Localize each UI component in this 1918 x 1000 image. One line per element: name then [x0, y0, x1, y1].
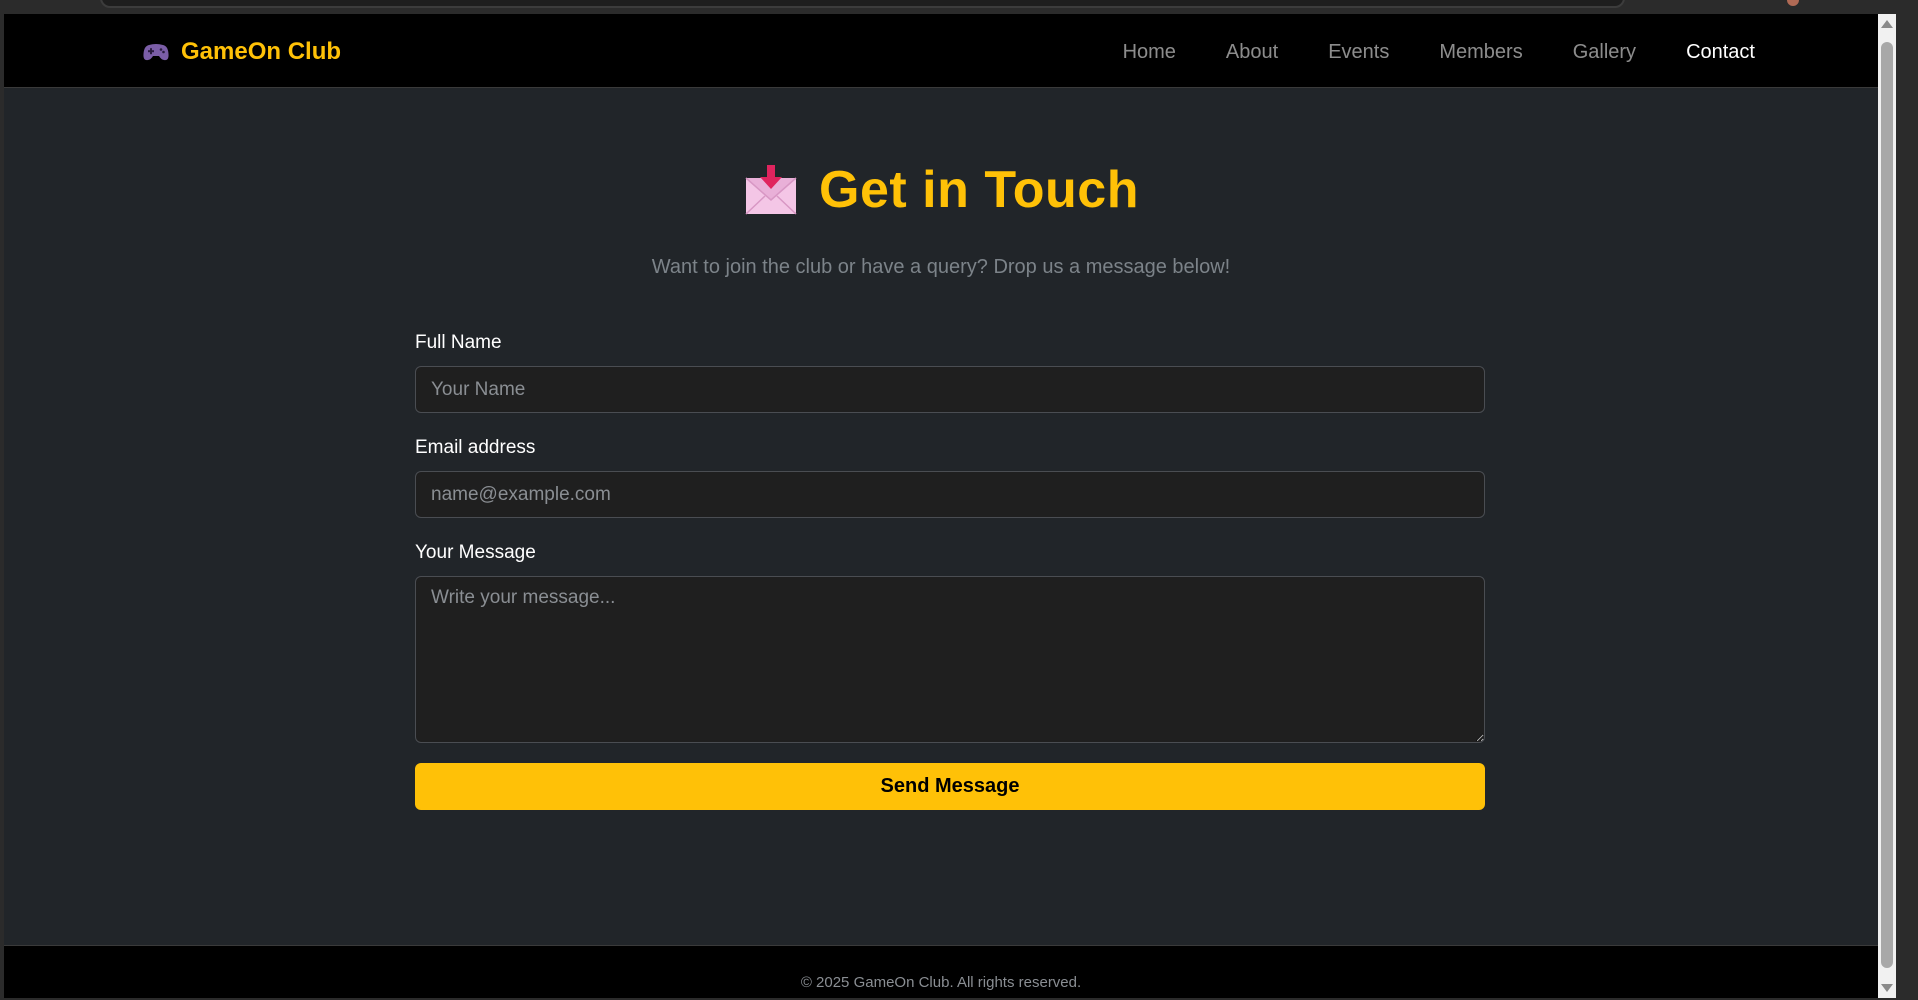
email-label: Email address — [415, 437, 536, 458]
nav-link-events[interactable]: Events — [1303, 41, 1414, 64]
nav-link-about[interactable]: About — [1201, 41, 1303, 64]
contact-form: Full Name Email address Your Message Sen… — [415, 330, 1485, 810]
scroll-down-arrow-icon[interactable] — [1881, 984, 1893, 992]
nav-link-members[interactable]: Members — [1414, 41, 1547, 64]
envelope-with-arrow-icon — [745, 165, 797, 215]
navbar: GameOn Club Home About Events Members Ga… — [4, 14, 1896, 88]
page-viewport: GameOn Club Home About Events Members Ga… — [4, 14, 1896, 998]
browser-chrome — [0, 0, 1918, 14]
scroll-up-arrow-icon[interactable] — [1881, 20, 1893, 28]
name-label: Full Name — [415, 332, 502, 353]
vertical-scrollbar[interactable] — [1878, 14, 1896, 998]
nav-link-contact[interactable]: Contact — [1661, 41, 1755, 64]
nav-link-gallery[interactable]: Gallery — [1548, 41, 1661, 64]
footer-copyright: © 2025 GameOn Club. All rights reserved. — [800, 974, 1082, 991]
profile-avatar[interactable] — [1787, 0, 1799, 6]
send-message-button[interactable]: Send Message — [415, 763, 1485, 810]
scrollbar-thumb[interactable] — [1881, 42, 1893, 968]
message-group: Your Message — [415, 540, 1485, 743]
nav-links: Home About Events Members Gallery Contac… — [1098, 36, 1755, 68]
name-input[interactable] — [415, 366, 1485, 413]
message-label: Your Message — [415, 542, 536, 563]
message-textarea[interactable] — [415, 576, 1485, 743]
address-bar[interactable] — [100, 0, 1625, 8]
nav-link-home[interactable]: Home — [1098, 41, 1201, 64]
page-title: Get in Touch — [819, 161, 1139, 219]
name-group: Full Name — [415, 330, 1485, 413]
email-input[interactable] — [415, 471, 1485, 518]
page-heading: Get in Touch — [4, 150, 1878, 230]
footer: © 2025 GameOn Club. All rights reserved. — [4, 945, 1878, 998]
game-controller-icon — [143, 44, 169, 61]
email-group: Email address — [415, 435, 1485, 518]
brand-link[interactable]: GameOn Club — [143, 36, 341, 68]
brand-name: GameOn Club — [181, 38, 342, 65]
page-subtitle: Want to join the club or have a query? D… — [651, 256, 1231, 278]
